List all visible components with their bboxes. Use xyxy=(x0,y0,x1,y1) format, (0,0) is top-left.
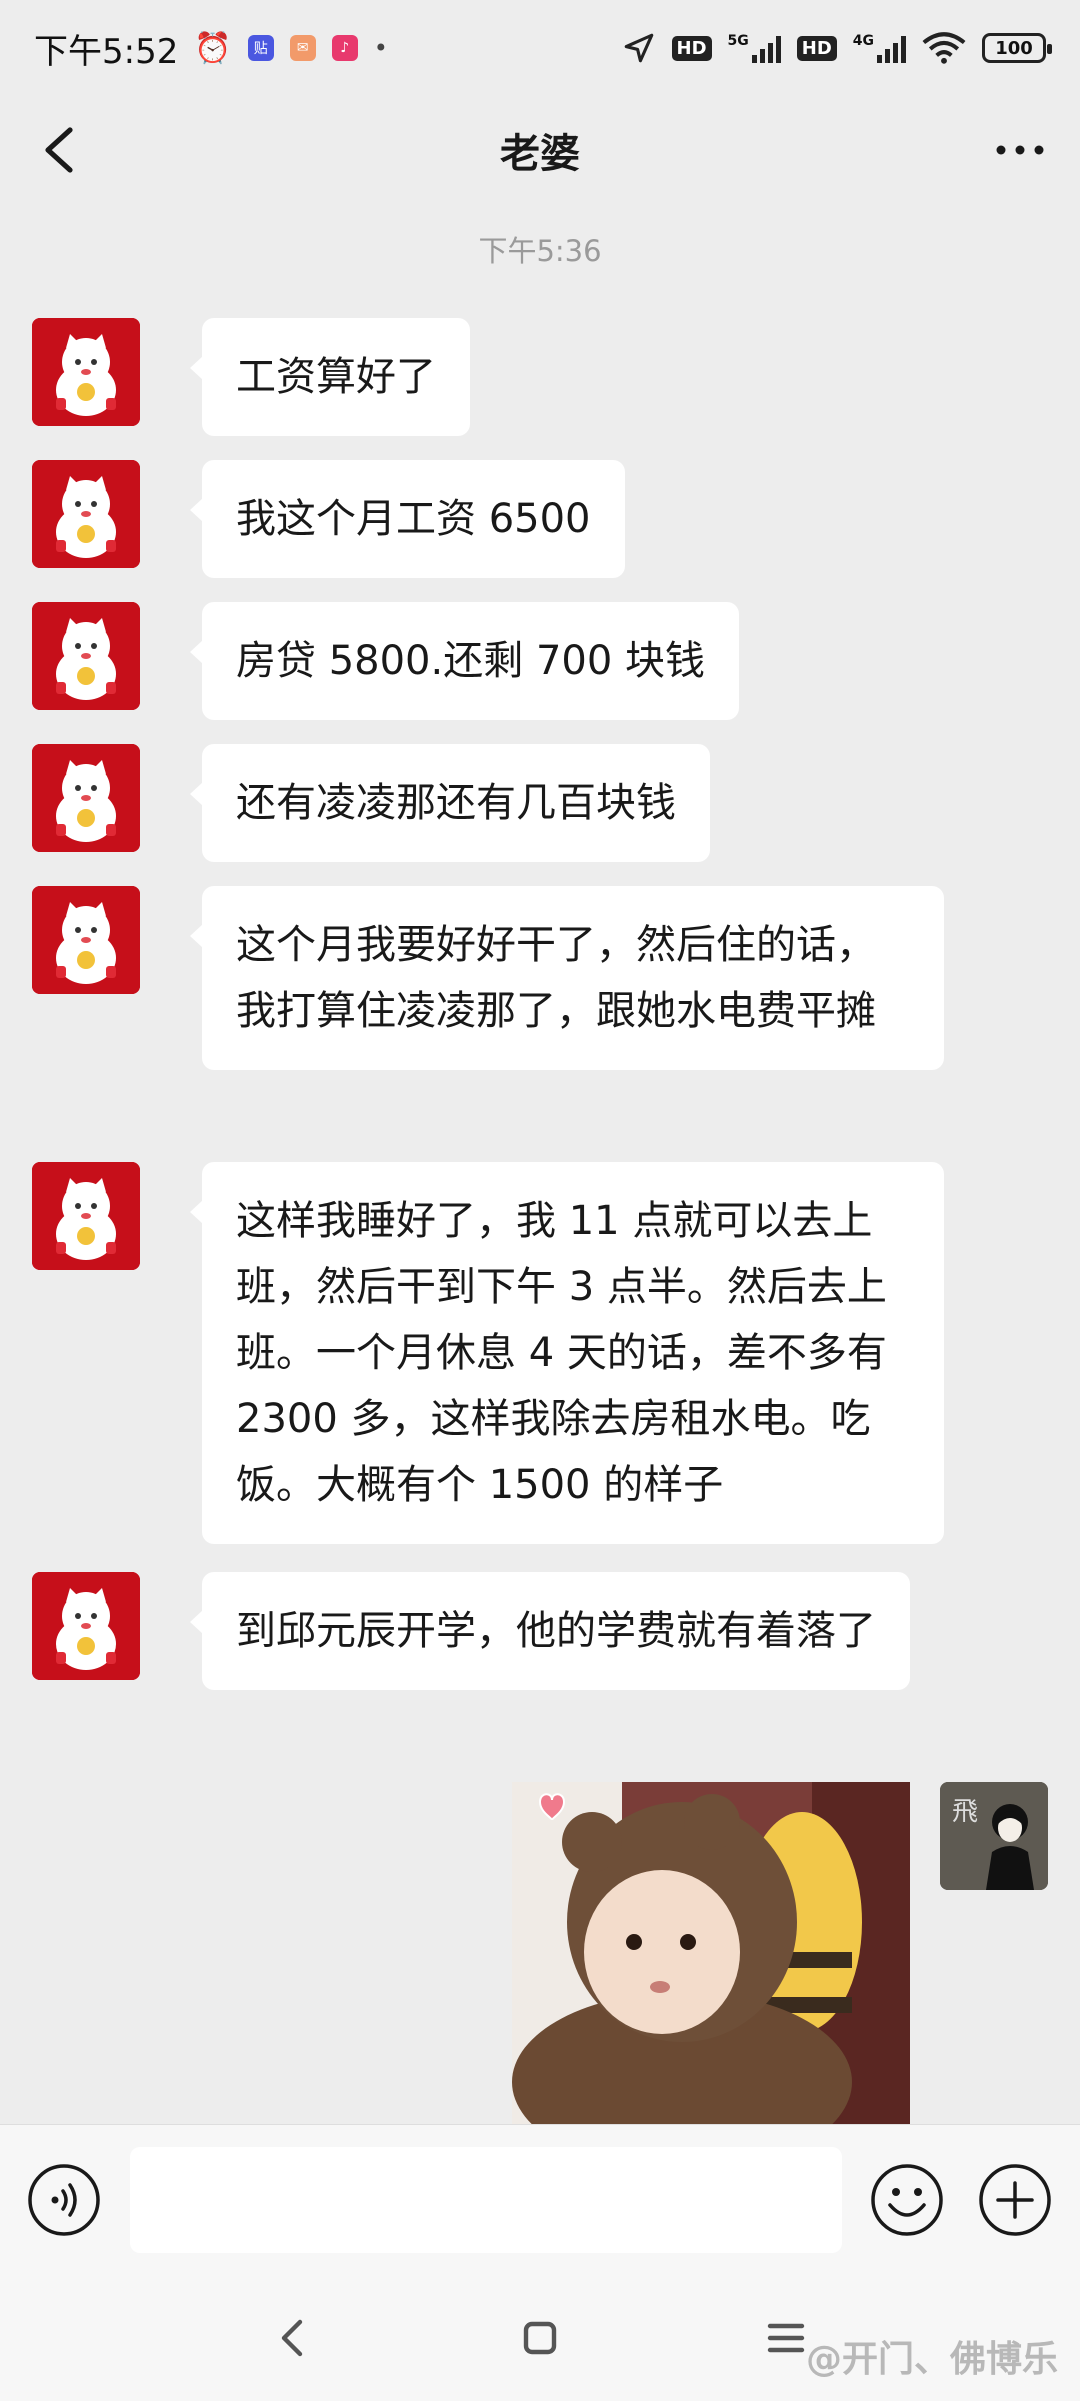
status-right: HD 5G HD 4G 100 xyxy=(622,31,1052,65)
message-timestamp: 下午5:36 xyxy=(478,234,602,268)
self-avatar[interactable]: 飛 xyxy=(940,1782,1048,1890)
emoji-icon xyxy=(871,2164,943,2236)
message-bubble[interactable]: 房贷 5800.还剩 700 块钱 xyxy=(189,602,740,720)
hd-badge-2: HD xyxy=(796,35,837,61)
lucky-cat-avatar-icon xyxy=(32,602,140,710)
avatar-char: 飛 xyxy=(952,1797,978,1827)
message-bubble[interactable]: 这样我睡好了，我 11 点就可以去上班，然后干到下午 3 点半。然后去上班。一个… xyxy=(190,1162,944,1544)
lucky-cat-avatar-icon xyxy=(32,1572,140,1680)
system-menu-button[interactable] xyxy=(762,2314,810,2362)
status-time: 下午5:52 xyxy=(34,31,179,72)
contact-avatar[interactable] xyxy=(32,1162,140,1270)
chat-title: 老婆 xyxy=(500,131,580,177)
voice-button[interactable] xyxy=(27,2163,101,2237)
tieba-app-icon: 贴 xyxy=(247,35,274,61)
sticker-image[interactable] xyxy=(512,1782,910,2124)
lucky-cat-avatar-icon xyxy=(32,744,140,852)
message-row: 工资算好了 xyxy=(32,318,470,436)
lucky-cat-avatar-icon xyxy=(32,1162,140,1270)
baby-bee-sticker-icon xyxy=(512,1782,910,2124)
chat-area[interactable]: 下午5:36 工资算好了 我这个月工资 6500 房贷 5800.还剩 700 … xyxy=(0,204,1080,2124)
contact-avatar[interactable] xyxy=(32,1572,140,1680)
system-menu-icon xyxy=(767,2323,805,2353)
status-bar: 下午5:52 ⏰ 贴 ✉ ♪ • HD 5G HD 4G 100 xyxy=(0,0,1080,96)
notification-dot-icon: • xyxy=(373,34,388,62)
message-input[interactable] xyxy=(130,2147,842,2253)
more-functions-button[interactable] xyxy=(978,2163,1052,2237)
message-bubble[interactable]: 还有凌凌那还有几百块钱 xyxy=(190,744,710,862)
mail-app-icon: ✉ xyxy=(289,35,316,61)
emoji-button[interactable] xyxy=(870,2163,944,2237)
message-bubble[interactable]: 我这个月工资 6500 xyxy=(190,460,625,578)
message-bubble[interactable]: 到邱元辰开学，他的学费就有着落了 xyxy=(190,1572,910,1690)
chevron-left-icon xyxy=(45,127,73,173)
contact-avatar[interactable] xyxy=(32,886,140,994)
message-row: 到邱元辰开学，他的学费就有着落了 xyxy=(32,1572,910,1690)
lucky-cat-avatar-icon xyxy=(32,318,140,426)
battery-icon: 100 xyxy=(982,33,1052,63)
message-row: 我这个月工资 6500 xyxy=(32,460,625,578)
watermark-text: @开门、佛博乐 xyxy=(805,2339,1058,2380)
signal-5g-icon: 5G xyxy=(728,33,781,63)
system-home-icon xyxy=(523,2321,557,2355)
message-bubble[interactable]: 工资算好了 xyxy=(190,318,470,436)
voice-icon xyxy=(28,2164,100,2236)
signal-4g-icon: 4G xyxy=(853,33,906,63)
chat-header: 老婆 xyxy=(0,96,1080,204)
system-home-button[interactable] xyxy=(516,2314,564,2362)
system-back-icon xyxy=(281,2319,303,2357)
alarm-icon: ⏰ xyxy=(194,30,232,66)
message-row: 这样我睡好了，我 11 点就可以去上班，然后干到下午 3 点半。然后去上班。一个… xyxy=(32,1162,944,1544)
wifi-icon xyxy=(922,32,966,64)
music-app-icon: ♪ xyxy=(331,35,358,61)
more-button[interactable] xyxy=(988,118,1052,182)
contact-avatar[interactable] xyxy=(32,318,140,426)
more-dots-icon xyxy=(996,145,1044,155)
contact-avatar[interactable] xyxy=(32,460,140,568)
status-left: 下午5:52 ⏰ 贴 ✉ ♪ • xyxy=(34,24,388,73)
message-row: 还有凌凌那还有几百块钱 xyxy=(32,744,710,862)
plus-icon xyxy=(979,2164,1051,2236)
lucky-cat-avatar-icon xyxy=(32,886,140,994)
back-button[interactable] xyxy=(28,118,92,182)
input-bar xyxy=(0,2124,1080,2274)
hd-badge-1: HD xyxy=(671,35,712,61)
message-row: 房贷 5800.还剩 700 块钱 xyxy=(32,602,740,720)
anime-boy-avatar-icon: 飛 xyxy=(940,1782,1048,1890)
location-arrow-icon xyxy=(624,33,653,63)
system-back-button[interactable] xyxy=(270,2314,318,2362)
contact-avatar[interactable] xyxy=(32,602,140,710)
message-bubble[interactable]: 这个月我要好好干了，然后住的话，我打算住凌凌那了，跟她水电费平摊 xyxy=(190,886,944,1070)
contact-avatar[interactable] xyxy=(32,744,140,852)
message-row: 这个月我要好好干了，然后住的话，我打算住凌凌那了，跟她水电费平摊 xyxy=(32,886,944,1070)
lucky-cat-avatar-icon xyxy=(32,460,140,568)
